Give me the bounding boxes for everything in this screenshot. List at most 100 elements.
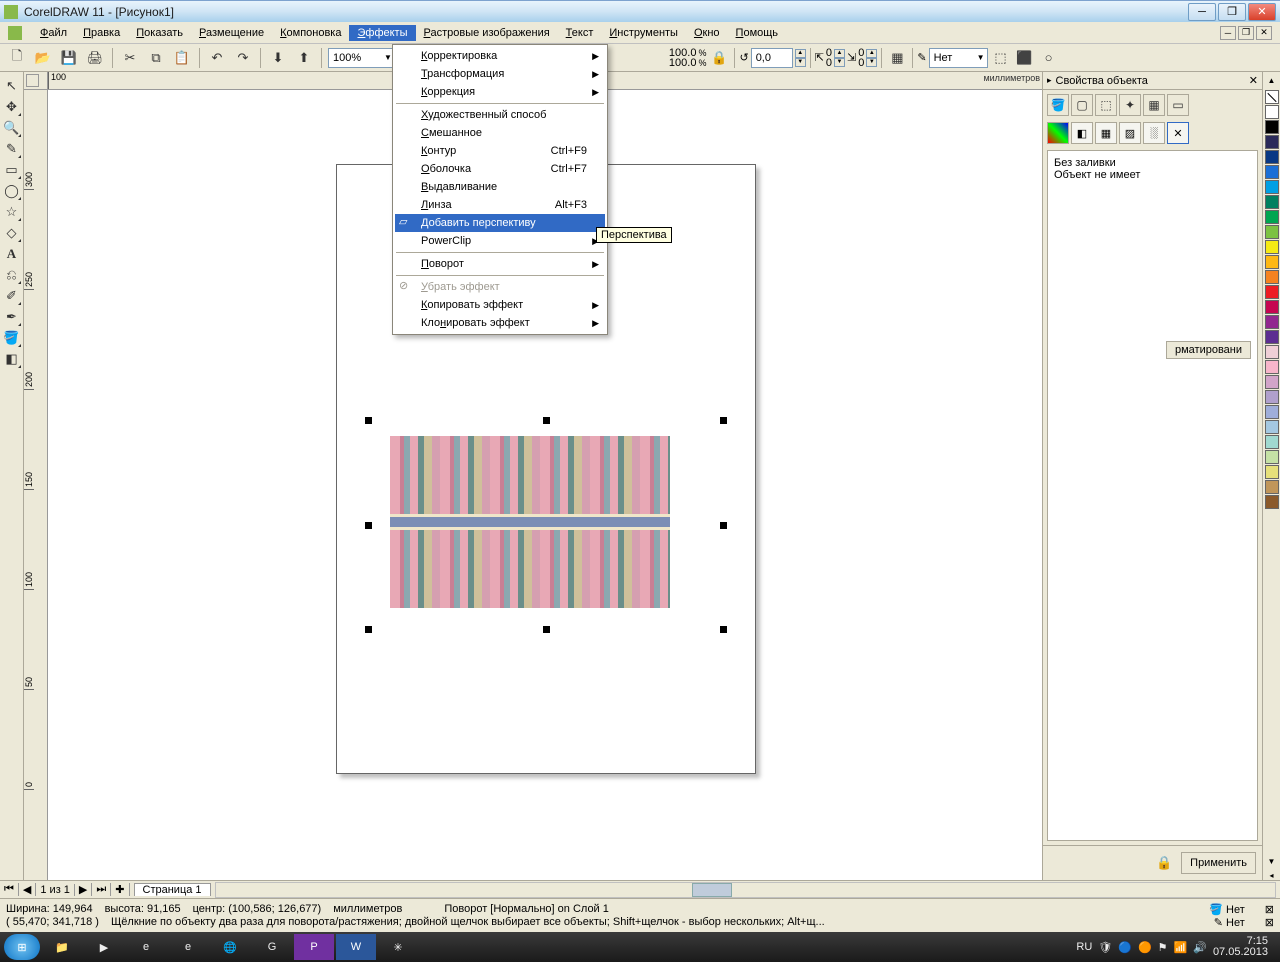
pick-tool[interactable]: ↖ — [2, 76, 22, 96]
apply-button[interactable]: Применить — [1181, 852, 1256, 874]
open-button[interactable]: 📂 — [32, 47, 54, 69]
convert-button[interactable]: ○ — [1038, 47, 1060, 69]
fill-tool[interactable]: 🪣 — [2, 328, 22, 348]
mdi-min-button[interactable]: ─ — [1220, 26, 1236, 40]
menu-инструменты[interactable]: Инструменты — [601, 25, 686, 41]
maximize-button[interactable]: ❐ — [1218, 3, 1246, 21]
zoom-input[interactable] — [333, 52, 381, 64]
tray-clock[interactable]: 7:1507.05.2013 — [1213, 936, 1276, 958]
selection[interactable] — [368, 420, 724, 630]
fill-uniform[interactable] — [1047, 122, 1069, 144]
swatch[interactable] — [1265, 330, 1279, 344]
swatch[interactable] — [1265, 390, 1279, 404]
text-tool[interactable]: A — [2, 244, 22, 264]
front-button[interactable]: ⬚ — [990, 47, 1012, 69]
tray-icon1[interactable]: 🛡 — [1098, 941, 1112, 954]
palette-up[interactable]: ▲ — [1268, 76, 1276, 90]
swatch[interactable] — [1265, 285, 1279, 299]
menu-файл[interactable]: Файл — [32, 25, 75, 41]
tab-size[interactable]: ⬚ — [1095, 94, 1117, 116]
menu-item[interactable]: КонтурCtrl+F9 — [395, 142, 605, 160]
page-tab[interactable]: Страница 1 — [134, 883, 211, 896]
task-explorer[interactable]: 📁 — [42, 934, 82, 960]
blend-tool[interactable]: ⎌ — [2, 265, 22, 285]
minimize-button[interactable]: ─ — [1188, 3, 1216, 21]
tab-outline[interactable]: ▢ — [1071, 94, 1093, 116]
task-ie2[interactable]: e — [168, 934, 208, 960]
menu-эффекты[interactable]: Эффекты — [349, 25, 415, 41]
fill-pattern[interactable]: ▦ — [1095, 122, 1117, 144]
eyedropper-tool[interactable]: ✐ — [2, 286, 22, 306]
redo-button[interactable]: ↷ — [232, 47, 254, 69]
add-page-button[interactable]: ✚ — [111, 883, 129, 896]
rot-spinner[interactable]: ▲▼ — [795, 49, 806, 67]
polygon-tool[interactable]: ☆ — [2, 202, 22, 222]
swatch[interactable] — [1265, 465, 1279, 479]
palette-down[interactable]: ▼ — [1268, 857, 1276, 871]
prev-page-button[interactable]: ◀ — [19, 883, 36, 896]
paste-button[interactable]: 📋 — [171, 47, 193, 69]
save-button[interactable]: 💾 — [58, 47, 80, 69]
menu-item[interactable]: Клонировать эффект▶ — [395, 314, 605, 332]
start-button[interactable]: ⊞ — [4, 934, 40, 960]
tab-internet[interactable]: ▭ — [1167, 94, 1189, 116]
h-scrollbar[interactable] — [215, 882, 1276, 898]
interactive-fill-tool[interactable]: ◧ — [2, 349, 22, 369]
tray-flag-icon[interactable]: ⚑ — [1158, 941, 1168, 954]
task-app1[interactable]: 🌐 — [210, 934, 250, 960]
new-button[interactable]: 🗋 — [6, 47, 28, 69]
menu-помощь[interactable]: Помощь — [728, 25, 787, 41]
copy-button[interactable]: ⧉ — [145, 47, 167, 69]
palette-flyout[interactable]: ◂ — [1269, 871, 1273, 880]
tab-bitmap[interactable]: ▦ — [1143, 94, 1165, 116]
cut-button[interactable]: ✂ — [119, 47, 141, 69]
zoom-tool[interactable]: 🔍 — [2, 118, 22, 138]
menu-item[interactable]: Смешанное — [395, 124, 605, 142]
freehand-tool[interactable]: ✎ — [2, 139, 22, 159]
swatch[interactable] — [1265, 495, 1279, 509]
export-button[interactable]: ⬆ — [293, 47, 315, 69]
handle-e[interactable] — [720, 522, 727, 529]
import-button[interactable]: ⬇ — [267, 47, 289, 69]
swatch[interactable] — [1265, 195, 1279, 209]
swatch[interactable] — [1265, 300, 1279, 314]
basic-shapes-tool[interactable]: ◇ — [2, 223, 22, 243]
menu-компоновка[interactable]: Компоновка — [272, 25, 349, 41]
handle-se[interactable] — [720, 626, 727, 633]
menu-item[interactable]: Выдавливание — [395, 178, 605, 196]
swatch[interactable] — [1265, 105, 1279, 119]
swatch[interactable] — [1265, 150, 1279, 164]
close-button[interactable]: ✕ — [1248, 3, 1276, 21]
menu-item[interactable]: Копировать эффект▶ — [395, 296, 605, 314]
menu-item[interactable]: Коррекция▶ — [395, 83, 605, 101]
menu-размещение[interactable]: Размещение — [191, 25, 272, 41]
menu-растровые изображения[interactable]: Растровые изображения — [416, 25, 558, 41]
menu-показать[interactable]: Показать — [128, 25, 191, 41]
outline-combo[interactable]: ▼ — [929, 48, 988, 68]
swatch[interactable] — [1265, 255, 1279, 269]
next-page-button[interactable]: ▶ — [75, 883, 92, 896]
rectangle-tool[interactable]: ▭ — [2, 160, 22, 180]
handle-s[interactable] — [543, 626, 550, 633]
fill-texture[interactable]: ▨ — [1119, 122, 1141, 144]
swatch[interactable] — [1265, 480, 1279, 494]
undo-button[interactable]: ↶ — [206, 47, 228, 69]
tray-network-icon[interactable]: 📶 — [1174, 941, 1188, 954]
swatch-none[interactable] — [1265, 90, 1279, 104]
lock-aspect-button[interactable]: 🔒 — [708, 47, 730, 69]
swatch[interactable] — [1265, 405, 1279, 419]
swatch[interactable] — [1265, 135, 1279, 149]
zoom-combo[interactable]: ▼ — [328, 48, 395, 68]
menu-item[interactable]: Трансформация▶ — [395, 65, 605, 83]
fill-postscript[interactable]: ░ — [1143, 122, 1165, 144]
mdi-close-button[interactable]: ✕ — [1256, 26, 1272, 40]
swatch[interactable] — [1265, 315, 1279, 329]
menu-окно[interactable]: Окно — [686, 25, 728, 41]
handle-n[interactable] — [543, 417, 550, 424]
swatch[interactable] — [1265, 360, 1279, 374]
swatch[interactable] — [1265, 420, 1279, 434]
handle-sw[interactable] — [365, 626, 372, 633]
menu-текст[interactable]: Текст — [558, 25, 602, 41]
expand-icon[interactable]: ▸ — [1047, 75, 1052, 86]
menu-item[interactable]: PowerClip▶ — [395, 232, 605, 250]
